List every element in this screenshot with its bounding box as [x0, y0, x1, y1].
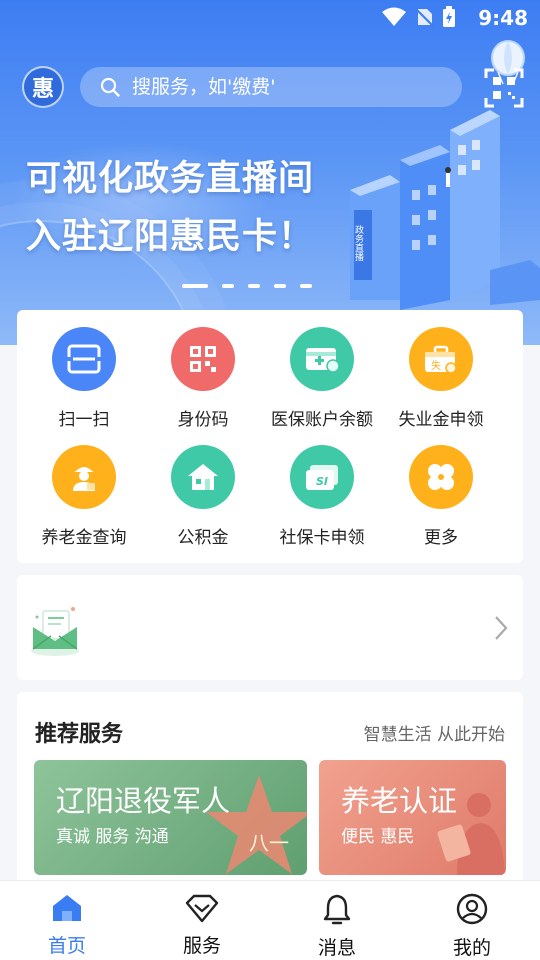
service-id-code[interactable]: 身份码	[140, 327, 266, 430]
nav-label: 服务	[182, 935, 221, 957]
profile-icon	[456, 893, 488, 925]
recommend-section: 推荐服务 智慧生活 从此开始 八一 辽阳退役军人 真诚 服务 沟通 养老认证 便…	[17, 692, 523, 892]
tile-title: 养老认证	[341, 784, 458, 818]
service-label: 社保卡申领	[279, 528, 365, 548]
tile-subtitle: 便民 惠民	[341, 827, 415, 847]
status-time: 9:48	[478, 6, 528, 30]
service-pension-query[interactable]: 养老金查询	[21, 445, 147, 548]
service-label: 公积金	[177, 528, 229, 548]
veterans-tile[interactable]: 八一 辽阳退役军人 真诚 服务 沟通	[34, 760, 307, 875]
nav-label: 首页	[47, 935, 86, 957]
service-label: 扫一扫	[58, 410, 110, 430]
nav-label: 我的	[452, 937, 491, 959]
nav-profile[interactable]: 我的	[427, 893, 517, 960]
nav-label: 消息	[317, 937, 356, 959]
pension-auth-tile[interactable]: 养老认证 便民 惠民	[319, 760, 506, 875]
section-subtitle: 智慧生活 从此开始	[363, 725, 505, 745]
carousel-dot	[248, 284, 260, 288]
more-grid-icon	[409, 445, 473, 509]
search-icon	[100, 77, 120, 97]
service-more[interactable]: 更多	[378, 445, 504, 548]
government-buildings-illustration: 政务直播	[350, 110, 540, 310]
quick-services-card: 扫一扫 身份码 医保账户余额 失 失业金申领 养老金查询 公积金 SI 社保卡申…	[17, 310, 523, 563]
svg-text:失: 失	[431, 359, 441, 372]
qrcode-icon	[171, 327, 235, 391]
service-scan[interactable]: 扫一扫	[21, 327, 147, 430]
promo-banner[interactable]: 政务直播 9:48 惠 可视化政务直播间 入	[0, 0, 540, 345]
bottom-nav: 首页 服务 消息 我的	[0, 880, 540, 960]
carousel-dots	[182, 284, 312, 288]
tile-title: 辽阳退役军人	[56, 784, 231, 818]
home-icon	[53, 895, 81, 921]
search-bar[interactable]	[80, 67, 462, 107]
service-label: 身份码	[177, 410, 229, 430]
bell-icon	[323, 894, 351, 925]
banner-title-line1: 可视化政务直播间	[26, 159, 315, 199]
service-label: 养老金查询	[41, 528, 127, 548]
svg-text:SI: SI	[316, 475, 328, 488]
service-housing-fund[interactable]: 公积金	[140, 445, 266, 548]
section-title: 推荐服务	[35, 722, 124, 747]
svg-text:八一: 八一	[249, 831, 289, 855]
house-icon	[171, 445, 235, 509]
medical-card-icon	[290, 327, 354, 391]
elder-icon	[52, 445, 116, 509]
service-label: 更多	[424, 528, 458, 548]
diamond-icon	[185, 894, 219, 923]
battery-charging-icon	[443, 6, 455, 27]
scan-icon	[52, 327, 116, 391]
chevron-right-icon	[495, 616, 508, 640]
nav-home[interactable]: 首页	[22, 893, 112, 958]
service-social-card[interactable]: SI 社保卡申领	[259, 445, 385, 548]
no-sim-icon	[415, 8, 434, 27]
banner-title-line2: 入驻辽阳惠民卡！	[26, 217, 315, 257]
tile-subtitle: 真诚 服务 沟通	[56, 827, 169, 847]
notice-card[interactable]	[17, 575, 523, 680]
service-label: 医保账户余额	[271, 410, 373, 430]
nav-services[interactable]: 服务	[157, 893, 247, 958]
app-logo: 惠	[22, 66, 64, 108]
service-medical-balance[interactable]: 医保账户余额	[259, 327, 385, 430]
carousel-dot	[300, 284, 312, 288]
search-input[interactable]	[132, 76, 432, 98]
envelope-icon	[31, 607, 79, 656]
qr-scan-icon[interactable]	[484, 68, 524, 108]
carousel-dot-active	[182, 284, 208, 288]
toolbox-icon: 失	[409, 327, 473, 391]
service-label: 失业金申领	[398, 410, 484, 430]
carousel-dot	[222, 284, 234, 288]
status-bar: 9:48	[0, 0, 540, 36]
carousel-dot	[274, 284, 286, 288]
building-sign-text: 政务直播	[353, 224, 364, 262]
nav-messages[interactable]: 消息	[292, 893, 382, 960]
status-icons	[382, 6, 456, 28]
wifi-icon	[382, 7, 406, 26]
service-unemployment[interactable]: 失 失业金申领	[378, 327, 504, 430]
si-card-icon: SI	[290, 445, 354, 509]
